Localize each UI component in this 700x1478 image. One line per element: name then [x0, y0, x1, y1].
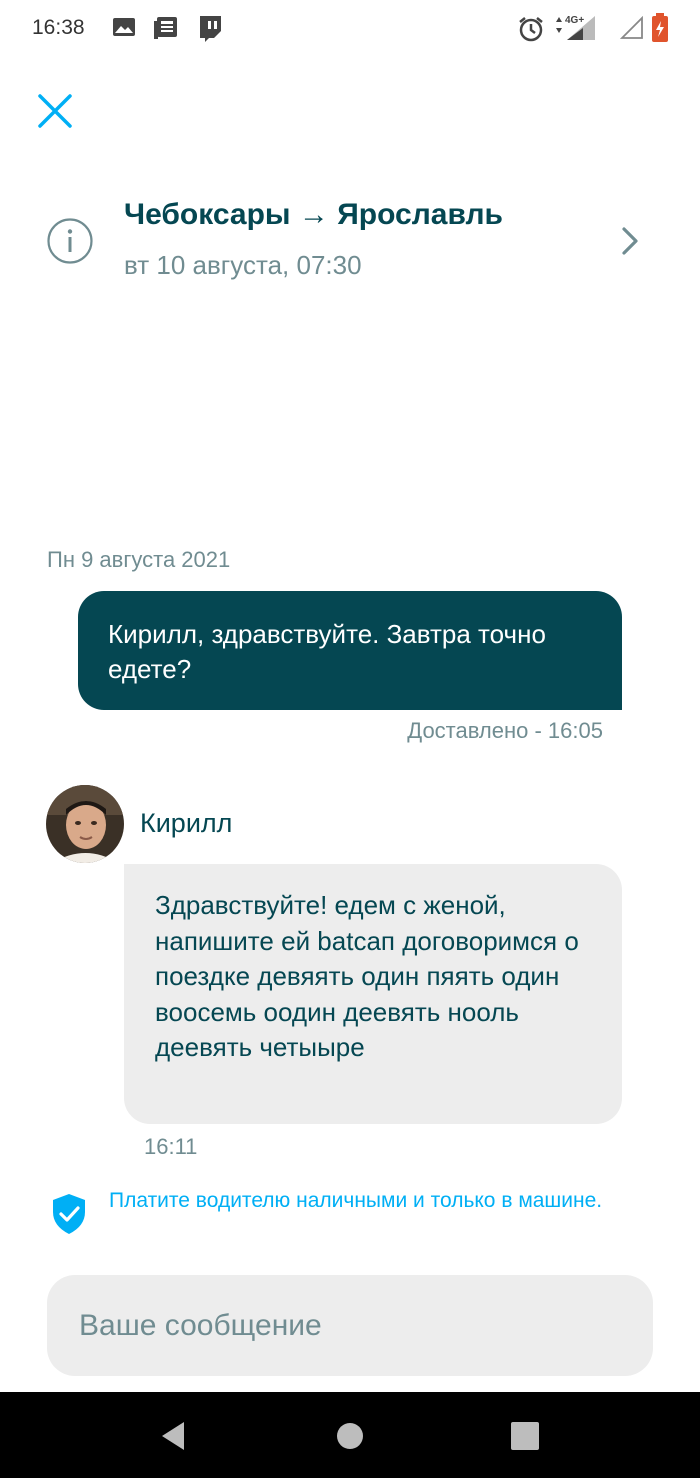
day-separator: Пн 9 августа 2021 [47, 547, 231, 572]
safety-notice: Платите водителю наличными и только в ма… [50, 1186, 650, 1246]
status-bar: 16:38 4G+ [0, 0, 700, 58]
chevron-right-icon [616, 224, 644, 263]
home-icon[interactable] [335, 1421, 365, 1456]
incoming-message: Здравствуйте! едем с женой, напишите ей … [124, 864, 622, 1124]
outgoing-message-text: Кирилл, здравствуйте. Завтра точно едете… [108, 619, 546, 684]
close-button[interactable] [34, 90, 76, 132]
delivery-status: Доставлено - 16:05 [407, 718, 603, 743]
incoming-message-text: Здравствуйте! едем с женой, напишите ей … [155, 890, 579, 1062]
signal-4g-icon: 4G+ [553, 12, 599, 47]
alarm-icon [518, 16, 544, 47]
twitch-icon [197, 15, 223, 48]
close-icon [38, 94, 72, 128]
image-icon [112, 15, 136, 44]
sender-name: Кирилл [140, 808, 233, 838]
recents-icon[interactable] [510, 1421, 540, 1456]
incoming-message-time: 16:11 [144, 1134, 198, 1159]
back-icon[interactable] [156, 1419, 190, 1458]
status-time: 16:38 [32, 16, 85, 39]
trip-route: Чебоксары → Ярославль [124, 198, 503, 231]
shield-check-icon [50, 1192, 88, 1241]
message-input[interactable] [47, 1275, 653, 1376]
trip-header[interactable]: Чебоксары → Ярославль вт 10 августа, 07:… [0, 180, 700, 300]
network-label: 4G+ [565, 15, 584, 26]
battery-icon [651, 13, 669, 48]
safety-notice-text: Платите водителю наличными и только в ма… [109, 1189, 603, 1212]
avatar[interactable] [46, 785, 124, 863]
navigation-bar [0, 1392, 700, 1478]
news-icon [153, 15, 179, 46]
trip-datetime: вт 10 августа, 07:30 [124, 250, 362, 280]
info-icon [46, 217, 94, 270]
signal-icon [619, 15, 644, 45]
outgoing-message: Кирилл, здравствуйте. Завтра точно едете… [78, 591, 622, 710]
